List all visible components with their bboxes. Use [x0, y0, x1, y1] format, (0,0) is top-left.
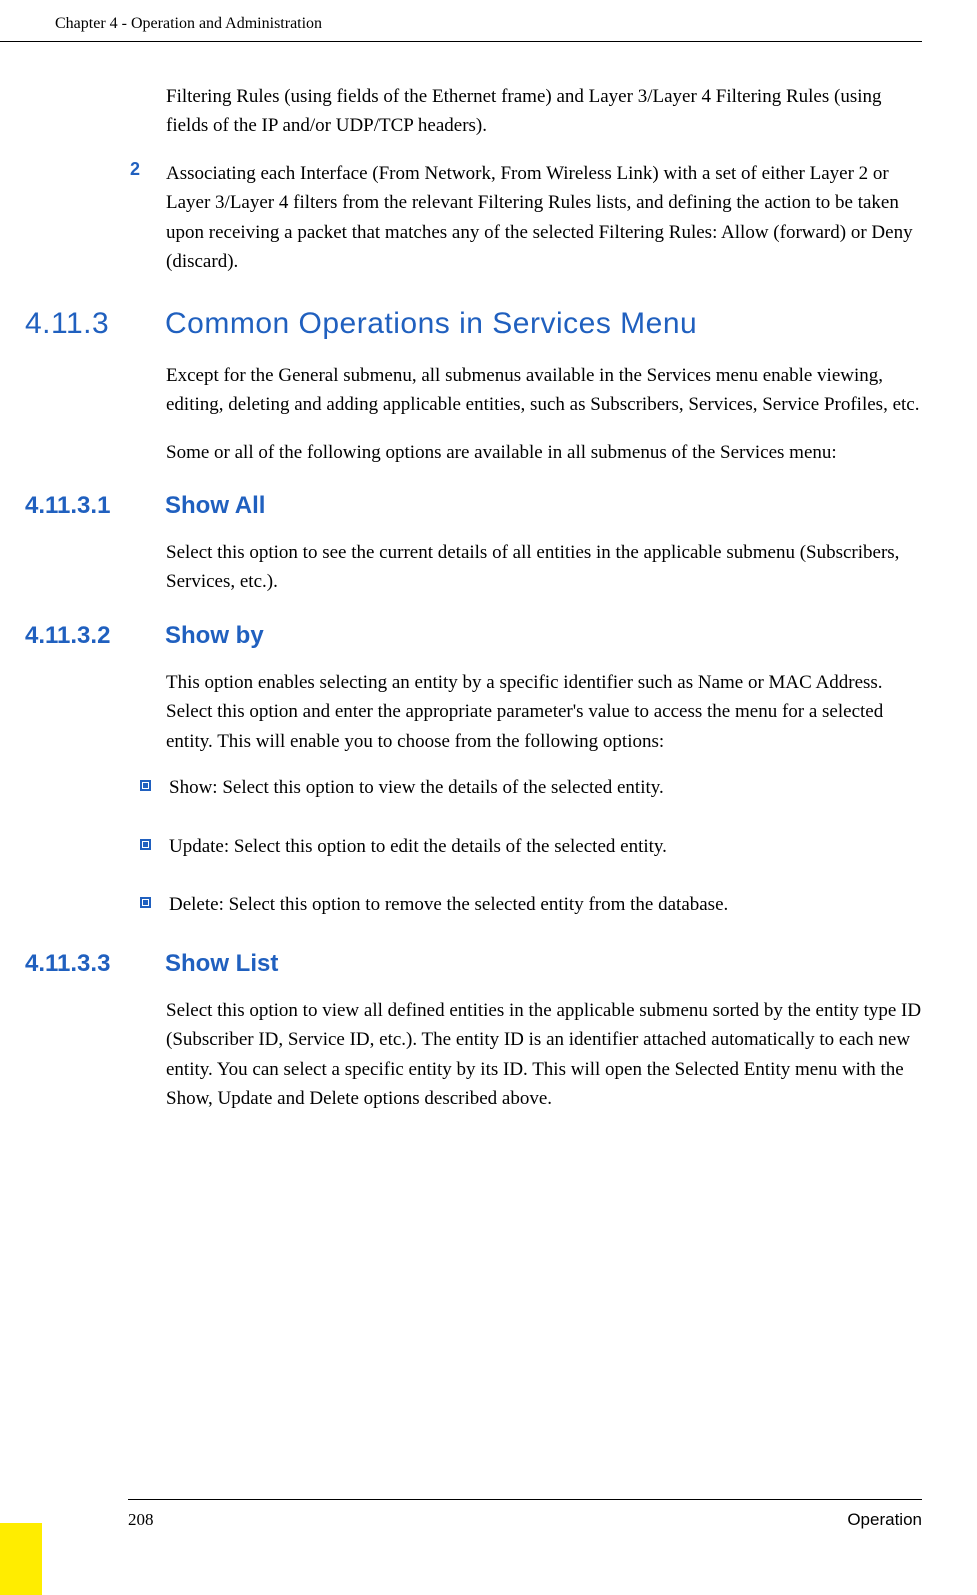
subsection-number: 4.11.3.2 [25, 622, 165, 650]
yellow-bar [0, 1523, 42, 1595]
bullet-icon [140, 780, 151, 791]
section-heading-4-11-3-2: 4.11.3.2 Show by [25, 622, 922, 650]
section-heading-4-11-3-1: 4.11.3.1 Show All [25, 492, 922, 520]
bullet-text: Delete: Select this option to remove the… [169, 891, 728, 920]
bullet-icon [140, 897, 151, 908]
list-item: Delete: Select this option to remove the… [140, 891, 922, 920]
subsection-number: 4.11.3.1 [25, 492, 165, 520]
section-4-11-3-para2: Some or all of the following options are… [166, 438, 922, 467]
section-4-11-3-2-para: This option enables selecting an entity … [166, 668, 922, 756]
section-heading-4-11-3: 4.11.3 Common Operations in Services Men… [25, 307, 922, 341]
section-4-11-3-1-para: Select this option to see the current de… [166, 538, 922, 597]
section-number: 4.11.3 [25, 307, 165, 341]
footer-content: 208 Operation [128, 1510, 922, 1530]
subsection-title: Show by [165, 622, 264, 650]
decorative-color-bars [0, 1523, 42, 1595]
subsection-title: Show All [165, 492, 265, 520]
bullet-list: Show: Select this option to view the det… [140, 774, 922, 920]
page-number: 208 [128, 1510, 154, 1530]
item-text: Associating each Interface (From Network… [166, 159, 922, 277]
intro-paragraph: Filtering Rules (using fields of the Eth… [166, 82, 922, 141]
footer-label: Operation [847, 1510, 922, 1530]
page-footer: 208 Operation [0, 1499, 922, 1530]
section-heading-4-11-3-3: 4.11.3.3 Show List [25, 950, 922, 978]
item-number: 2 [130, 159, 148, 277]
chapter-title: Chapter 4 - Operation and Administration [55, 15, 322, 32]
numbered-list-item: 2 Associating each Interface (From Netwo… [130, 159, 922, 277]
bullet-text: Update: Select this option to edit the d… [169, 833, 667, 862]
subsection-title: Show List [165, 950, 278, 978]
list-item: Show: Select this option to view the det… [140, 774, 922, 803]
footer-divider [128, 1499, 922, 1500]
main-content: Filtering Rules (using fields of the Eth… [0, 42, 977, 1113]
list-item: Update: Select this option to edit the d… [140, 833, 922, 862]
section-4-11-3-para1: Except for the General submenu, all subm… [166, 361, 922, 420]
bullet-text: Show: Select this option to view the det… [169, 774, 664, 803]
section-4-11-3-3-para: Select this option to view all defined e… [166, 996, 922, 1114]
bullet-icon [140, 839, 151, 850]
section-title: Common Operations in Services Menu [165, 307, 697, 341]
page-header: Chapter 4 - Operation and Administration [0, 0, 922, 42]
subsection-number: 4.11.3.3 [25, 950, 165, 978]
